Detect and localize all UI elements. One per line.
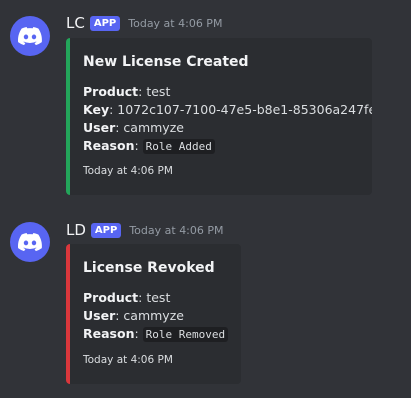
embed: New License Created Product: test Key: 1… [66,38,372,195]
message-timestamp: Today at 4:06 PM [129,223,224,237]
field-value: test [146,290,171,305]
embed: License Revoked Product: test User: camm… [66,244,241,384]
embed-title: New License Created [83,54,249,70]
embed-field: Reason: Role Added [83,137,215,156]
message-header: LD APP Today at 4:06 PM [66,220,224,240]
embed-field: Reason: Role Removed [83,325,229,344]
embed-title: License Revoked [83,260,215,276]
embed-field: User: cammyze [83,119,184,137]
embed-field: Product: test [83,83,170,101]
app-badge: APP [90,222,122,238]
field-sep: : [134,138,143,153]
message-timestamp: Today at 4:06 PM [128,16,223,30]
username[interactable]: LD [66,220,86,240]
field-key: User [83,308,116,323]
field-key: User [83,120,116,135]
embed-accent-bar [66,38,70,195]
app-badge: APP [89,15,121,31]
field-key: Reason [83,138,135,153]
field-value: 1072c107-7100-47e5-b8e1-85306a247fe4 [117,102,372,117]
embed-footer-timestamp: Today at 4:06 PM [83,354,173,366]
field-value: test [146,84,171,99]
field-value-code: Role Added [142,139,215,154]
field-key: Product [83,290,139,305]
field-key: Product [83,84,139,99]
field-sep: : [134,326,143,341]
embed-field: Product: test [83,289,170,307]
discord-logo-icon [18,233,42,251]
username[interactable]: LC [66,13,85,33]
field-value-code: Role Removed [142,327,229,342]
message-header: LC APP Today at 4:06 PM [66,13,222,33]
embed-field: User: cammyze [83,307,184,325]
embed-accent-bar [66,244,70,384]
embed-field: Key: 1072c107-7100-47e5-b8e1-85306a247fe… [83,101,372,119]
field-value: cammyze [123,120,184,135]
field-key: Reason [83,326,135,341]
field-value: cammyze [123,308,184,323]
avatar[interactable] [10,16,50,56]
chat-messages: LC APP Today at 4:06 PM New License Crea… [0,0,411,398]
embed-footer-timestamp: Today at 4:06 PM [83,165,173,177]
avatar[interactable] [10,222,50,262]
field-key: Key [83,102,110,117]
discord-logo-icon [18,27,42,45]
